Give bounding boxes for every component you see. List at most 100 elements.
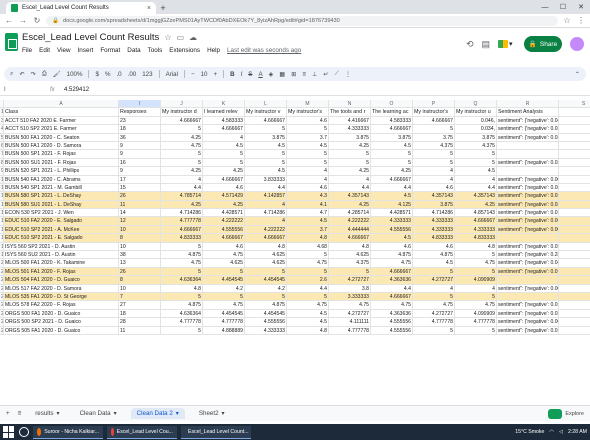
fill-color-icon[interactable]: ◈ bbox=[269, 71, 274, 78]
explore-button[interactable]: Explore bbox=[548, 408, 584, 419]
grid-cell[interactable]: 4.6 bbox=[413, 183, 455, 193]
grid-cell[interactable]: 4.785714 bbox=[161, 192, 203, 201]
grid-cell[interactable]: 4 bbox=[455, 175, 497, 184]
grid-cell[interactable]: 4.636364 bbox=[161, 276, 203, 285]
header-cell[interactable] bbox=[559, 108, 590, 117]
browser-tab[interactable]: Escel_Lead Level Count Results × bbox=[6, 2, 156, 14]
grid-cell[interactable]: 4.5 bbox=[287, 217, 329, 226]
windows-start-icon[interactable] bbox=[3, 426, 15, 438]
grid-cell[interactable]: 4.625 bbox=[329, 251, 371, 260]
grid-cell[interactable]: 0.046, bbox=[455, 116, 497, 126]
bookmark-star-icon[interactable]: ☆ bbox=[562, 16, 572, 25]
header-cell[interactable]: Sentiment Analysis bbox=[497, 108, 559, 117]
grid-cell[interactable]: sentiment": {'negative': 0.03, 'neutral'… bbox=[497, 192, 559, 201]
increase-decimal-button[interactable]: .00 bbox=[128, 71, 137, 78]
grid-cell[interactable]: 4.666667 bbox=[413, 116, 455, 126]
col-header[interactable]: I bbox=[119, 100, 161, 109]
grid-cell[interactable]: 4.444444 bbox=[329, 225, 371, 235]
grid-cell[interactable]: 4.142857 bbox=[245, 192, 287, 201]
grid-cell[interactable]: 4.75 bbox=[371, 301, 413, 310]
grid-cell[interactable]: 4.5 bbox=[371, 192, 413, 201]
grid-cell[interactable]: BUSN 540 FA1 2020 - C. Abrams bbox=[4, 175, 119, 184]
header-cell[interactable]: Responses bbox=[119, 108, 161, 117]
spreadsheet-grid[interactable]: A I J K L M N O P Q R S 1 Class Response… bbox=[0, 100, 590, 405]
grid-cell[interactable]: sentiment": {'negative': 0.025, 'neutral… bbox=[497, 133, 559, 142]
grid-cell[interactable]: 5 bbox=[287, 150, 329, 159]
grid-cell[interactable]: 4.25 bbox=[203, 200, 245, 210]
grid-cell[interactable]: MLOS 500 FA1 2020 - K. Takamine bbox=[4, 259, 119, 268]
undo-icon[interactable]: ↶ bbox=[19, 71, 24, 78]
taskbar-app-1[interactable]: Suroor - Nicha Kalkiar... bbox=[33, 425, 103, 439]
close-window-icon[interactable]: ✕ bbox=[572, 0, 590, 14]
grid-cell[interactable] bbox=[559, 243, 590, 252]
grid-cell[interactable]: 27 bbox=[119, 301, 161, 310]
grid-cell[interactable]: 4 bbox=[287, 167, 329, 176]
grid-cell[interactable]: 5 bbox=[161, 267, 203, 277]
grid-cell[interactable]: 4.363636 bbox=[371, 309, 413, 319]
grid-cell[interactable]: 4.555556 bbox=[371, 225, 413, 235]
search-menus-icon[interactable]: ⌕ bbox=[10, 70, 13, 78]
grid-cell[interactable]: 4.6 bbox=[203, 183, 245, 193]
grid-cell[interactable]: 9 bbox=[119, 167, 161, 176]
grid-cell[interactable]: 4.75 bbox=[371, 259, 413, 268]
grid-cell[interactable] bbox=[559, 176, 590, 184]
grid-cell[interactable]: 5 bbox=[203, 150, 245, 159]
grid-cell[interactable]: 4.888889 bbox=[203, 326, 245, 335]
grid-cell[interactable]: sentiment": {'negative': 0.013, 'neutral… bbox=[497, 209, 559, 218]
more-formats-button[interactable]: 123 bbox=[142, 71, 152, 78]
grid-cell[interactable]: 4.25 bbox=[161, 133, 203, 142]
grid-cell[interactable]: BUSN 540 SP1 2021 - M. Gambill bbox=[4, 183, 119, 193]
grid-cell[interactable]: 4.666667 bbox=[329, 234, 371, 243]
grid-cell[interactable]: 3.875 bbox=[371, 133, 413, 142]
doc-title[interactable]: Escel_Lead Level Count Results bbox=[22, 32, 159, 43]
col-header[interactable]: K bbox=[203, 100, 245, 109]
grid-cell[interactable]: 3.833333 bbox=[245, 175, 287, 184]
grid-cell[interactable]: sentiment": {'negative': 0.064, 'neutral… bbox=[497, 217, 559, 226]
grid-cell[interactable]: 4.875 bbox=[371, 251, 413, 260]
grid-cell[interactable]: 4.333333 bbox=[329, 125, 371, 134]
grid-cell[interactable]: 4.357143 bbox=[413, 192, 455, 201]
grid-cell[interactable]: 5 bbox=[413, 267, 455, 277]
grid-cell[interactable]: 17 bbox=[119, 175, 161, 184]
grid-cell[interactable] bbox=[497, 234, 559, 243]
currency-format-button[interactable]: $ bbox=[95, 71, 98, 78]
rotate-icon[interactable]: ⟋ bbox=[335, 70, 339, 78]
grid-cell[interactable]: sentiment": {'negative': 0.018, 'neutral… bbox=[497, 301, 559, 310]
font-size-decrease[interactable]: − bbox=[191, 71, 195, 78]
grid-cell[interactable]: MLOS 504 FA1 2020 - D. Guaico bbox=[4, 276, 119, 285]
grid-cell[interactable]: 4.125 bbox=[371, 200, 413, 210]
header-cell[interactable]: My instructor v bbox=[245, 108, 287, 117]
grid-cell[interactable]: 4.8 bbox=[161, 284, 203, 293]
grid-cell[interactable]: 5 bbox=[161, 292, 203, 302]
grid-cell[interactable]: 4.777778 bbox=[413, 318, 455, 327]
header-cell[interactable]: The tools and r bbox=[329, 108, 371, 117]
grid-cell[interactable]: 5 bbox=[413, 125, 455, 134]
grid-cell[interactable] bbox=[559, 209, 590, 218]
grid-cell[interactable]: 3.333333 bbox=[329, 292, 371, 302]
grid-cell[interactable]: 4.25 bbox=[329, 200, 371, 210]
grid-cell[interactable] bbox=[559, 125, 590, 134]
grid-cell[interactable]: 4.25 bbox=[203, 167, 245, 176]
taskbar-search-icon[interactable] bbox=[19, 427, 29, 437]
weather-text[interactable]: 15°C Smoke bbox=[515, 429, 544, 435]
sheet-tab-sheet2[interactable]: Sheet2 ▾ bbox=[193, 408, 231, 419]
grid-cell[interactable]: 4.75 bbox=[413, 301, 455, 310]
grid-cell[interactable]: 10 bbox=[119, 284, 161, 293]
grid-cell[interactable]: 4.75 bbox=[287, 301, 329, 310]
grid-cell[interactable]: sentiment": {'negative': 0.034, 'neutral… bbox=[497, 309, 559, 319]
grid-cell[interactable]: 4.666667 bbox=[203, 125, 245, 134]
grid-cell[interactable]: 3.875 bbox=[329, 133, 371, 142]
grid-cell[interactable]: 4.75 bbox=[203, 301, 245, 310]
grid-cell[interactable]: 5 bbox=[287, 158, 329, 168]
grid-cell[interactable] bbox=[497, 292, 559, 302]
minimize-icon[interactable]: — bbox=[536, 0, 554, 14]
grid-cell[interactable]: 4.857143 bbox=[455, 209, 497, 218]
grid-cell[interactable]: 4 bbox=[413, 175, 455, 184]
grid-cell[interactable] bbox=[559, 318, 590, 327]
grid-cell[interactable]: 4.583333 bbox=[371, 116, 413, 126]
grid-cell[interactable]: 4.666667 bbox=[161, 225, 203, 235]
font-select[interactable]: Arial bbox=[166, 71, 178, 78]
grid-cell[interactable]: 4.6 bbox=[203, 242, 245, 252]
grid-cell[interactable]: 4.75 bbox=[329, 301, 371, 310]
grid-cell[interactable]: 4.3 bbox=[287, 192, 329, 201]
